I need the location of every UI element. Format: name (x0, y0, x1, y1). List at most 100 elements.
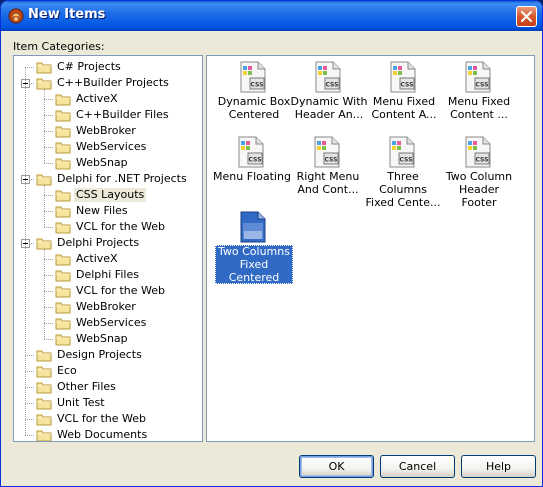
tree-connector-line (44, 275, 53, 276)
tree-node-label: ActiveX (76, 92, 118, 105)
tree-node[interactable]: C++Builder Files (14, 107, 202, 123)
title-bar[interactable]: New Items (1, 1, 542, 31)
tree-node[interactable]: Web Documents (14, 427, 202, 441)
tree-node-label: Delphi Projects (57, 236, 140, 249)
folder-icon (55, 94, 71, 106)
folder-icon (55, 318, 71, 330)
tree-connector-line (44, 163, 53, 164)
tree-node[interactable]: VCL for the Web (14, 283, 202, 299)
tree-connector-line (44, 291, 53, 292)
tree-connector-line (25, 435, 34, 436)
category-tree[interactable]: C# Projects C++Builder Projects ActiveX C++… (13, 55, 203, 442)
tree-node[interactable]: VCL for the Web (14, 411, 202, 427)
tree-node-label: Web Documents (57, 428, 148, 441)
tree-node[interactable]: Unit Test (14, 395, 202, 411)
tree-node[interactable]: VCL for the Web (14, 219, 202, 235)
svg-text:CSS: CSS (400, 157, 413, 164)
tree-connector-line (44, 147, 53, 148)
new-items-dialog: New Items Item Categories: C# Projects C+… (0, 0, 543, 487)
folder-icon (55, 206, 71, 218)
item-tile[interactable]: CSS Menu Fixed Content ... (440, 59, 518, 129)
tree-node[interactable]: WebSnap (14, 155, 202, 171)
help-button[interactable]: Help (461, 455, 536, 478)
svg-text:CSS: CSS (325, 157, 338, 164)
svg-text:CSS: CSS (326, 82, 339, 89)
tree-node[interactable]: WebServices (14, 315, 202, 331)
tree-node[interactable]: CSS Layouts (14, 187, 202, 203)
tree-connector-line (25, 419, 34, 420)
svg-text:CSS: CSS (401, 82, 414, 89)
tree-connector-line (44, 99, 53, 100)
item-label: Dynamic Box Centered (217, 95, 291, 121)
tree-node-label: Delphi Files (76, 268, 139, 281)
tree-connector-line (25, 355, 34, 356)
tree-node[interactable]: WebSnap (14, 331, 202, 347)
tree-root-line (25, 67, 26, 435)
tree-node[interactable]: WebBroker (14, 299, 202, 315)
item-tile[interactable]: CSS Dynamic Box Centered (215, 59, 293, 129)
css-file-icon: CSS (390, 61, 416, 93)
item-list[interactable]: CSS Dynamic Box Centered CSS Dynamic With H… (206, 55, 535, 442)
item-tile[interactable]: CSS Right Menu And Cont... (289, 134, 367, 204)
tree-node[interactable]: WebBroker (14, 123, 202, 139)
item-tile[interactable]: CSS Menu Floating (213, 134, 291, 204)
item-tile[interactable]: CSS Two Column Header Footer (440, 134, 518, 209)
tree-connector-line (44, 259, 53, 260)
tree-connector-line (25, 403, 34, 404)
svg-text:CSS: CSS (251, 82, 264, 89)
css-file-icon: CSS (465, 61, 491, 93)
svg-text:CSS: CSS (249, 157, 262, 164)
tree-node[interactable]: C# Projects (14, 59, 202, 75)
item-label: Menu Fixed Content ... (447, 95, 511, 121)
app-icon (8, 8, 24, 24)
css-file-icon: CSS (389, 136, 415, 168)
tree-connector-line (44, 211, 53, 212)
tree-node[interactable]: New Files (14, 203, 202, 219)
tree-node-label: WebBroker (76, 300, 136, 313)
tree-node-label: C++Builder Projects (57, 76, 169, 89)
tree-node-label: Unit Test (57, 396, 105, 409)
tree-node[interactable]: Design Projects (14, 347, 202, 363)
tree-node[interactable]: Delphi for .NET Projects (14, 171, 202, 187)
tree-node[interactable]: Other Files (14, 379, 202, 395)
folder-icon (36, 350, 52, 362)
tree-node-label: Eco (57, 364, 77, 377)
folder-icon (55, 110, 71, 122)
folder-icon (55, 270, 71, 282)
item-label: Menu Floating (213, 170, 291, 183)
folder-icon (36, 366, 52, 378)
folder-icon (36, 398, 52, 410)
tree-node-label: C# Projects (57, 60, 121, 73)
cancel-button[interactable]: Cancel (380, 455, 455, 478)
item-label: Two Column Header Footer (445, 170, 513, 209)
dialog-body: Item Categories: C# Projects C++Builder P… (4, 31, 539, 484)
svg-text:CSS: CSS (476, 157, 489, 164)
folder-icon (36, 62, 52, 74)
folder-icon (55, 254, 71, 266)
ok-button[interactable]: OK (299, 455, 374, 478)
item-label: Menu Fixed Content A... (371, 95, 437, 121)
tree-connector-line (25, 67, 34, 68)
tree-node-label: WebBroker (76, 124, 136, 137)
tree-node[interactable]: Eco (14, 363, 202, 379)
tree-node[interactable]: ActiveX (14, 91, 202, 107)
tree-node[interactable]: ActiveX (14, 251, 202, 267)
tree-connector-line (44, 195, 53, 196)
item-tile[interactable]: CSS Dynamic With Header An... (290, 59, 368, 129)
tree-connector-line (44, 115, 53, 116)
item-tile[interactable]: CSS Three Columns Fixed Cente... (364, 134, 442, 209)
item-tile[interactable]: CSS Menu Fixed Content A... (365, 59, 443, 129)
folder-icon (36, 414, 52, 426)
tree-node[interactable]: Delphi Files (14, 267, 202, 283)
tree-node[interactable]: Delphi Projects (14, 235, 202, 251)
tree-connector-line (44, 339, 53, 340)
close-icon (521, 11, 532, 22)
css-file-icon: CSS (315, 61, 341, 93)
folder-icon (55, 142, 71, 154)
item-tile[interactable]: Two Columns Fixed Centered (215, 209, 293, 284)
tree-node[interactable]: WebServices (14, 139, 202, 155)
item-label: Right Menu And Cont... (296, 170, 360, 196)
close-button[interactable] (516, 6, 537, 27)
folder-icon (55, 126, 71, 138)
tree-node[interactable]: C++Builder Projects (14, 75, 202, 91)
